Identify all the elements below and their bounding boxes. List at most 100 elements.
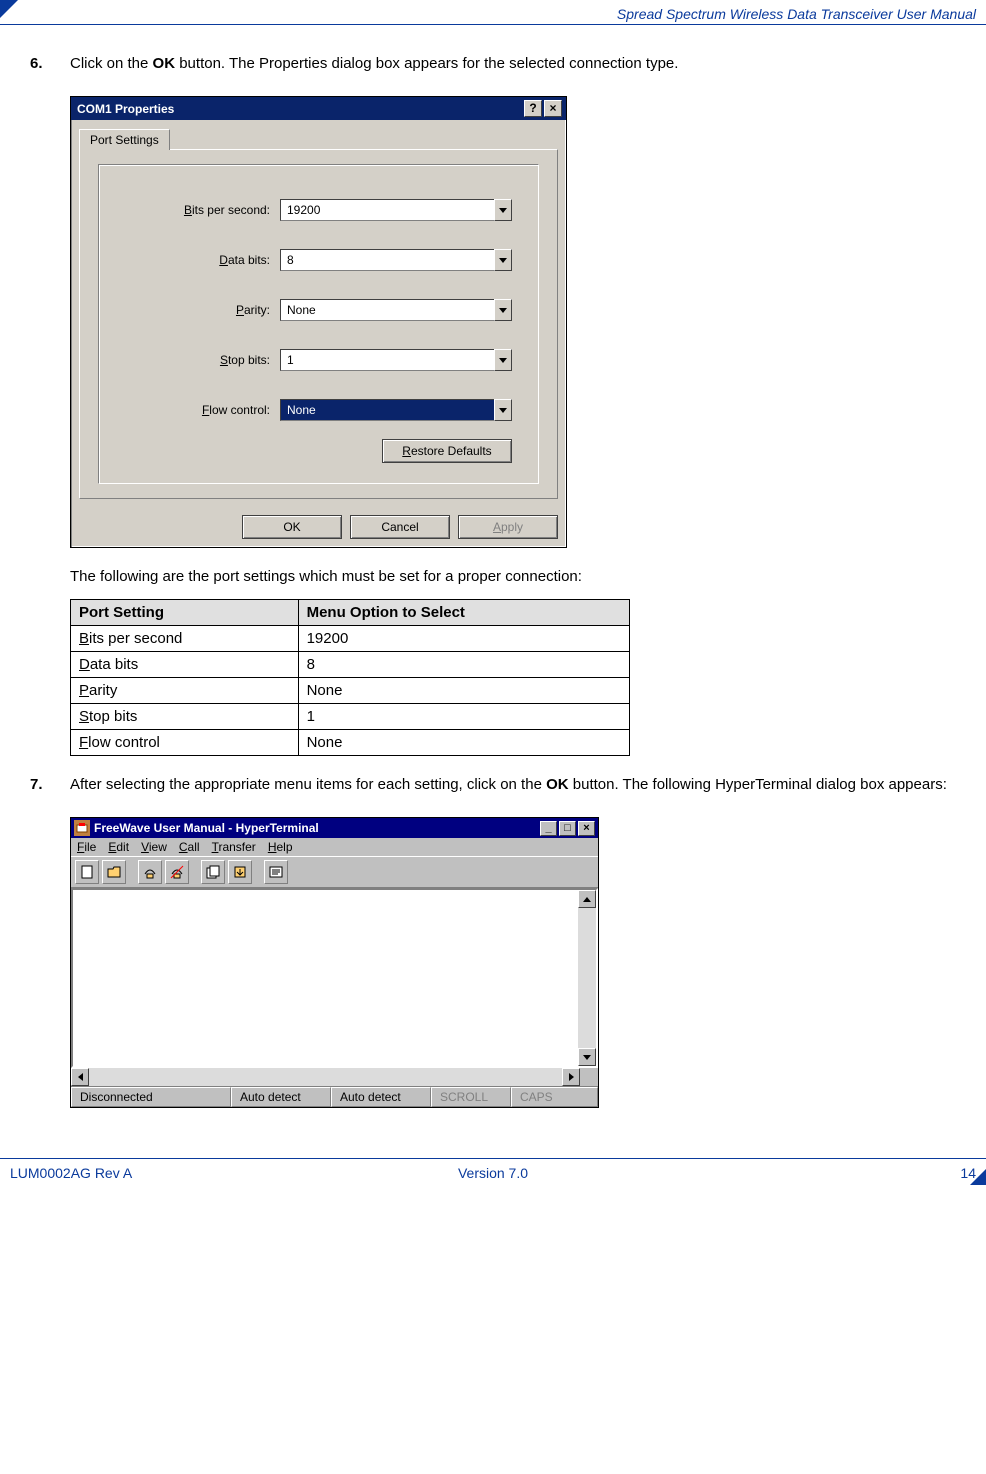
footer-corner-triangle [970, 1167, 986, 1185]
step-6-number: 6. [30, 55, 70, 72]
send-icon[interactable] [201, 860, 225, 884]
table-row: Data bits 8 [71, 652, 630, 678]
scroll-corner [580, 1068, 598, 1086]
dropdown-icon[interactable] [494, 349, 512, 371]
restore-row: Restore Defaults [125, 439, 512, 463]
combo-data-bits[interactable]: 8 [280, 249, 512, 271]
footer-left: LUM0002AG Rev A [10, 1165, 332, 1181]
properties-icon[interactable] [264, 860, 288, 884]
label-parity: Parity: [125, 303, 280, 317]
new-icon[interactable] [75, 860, 99, 884]
hyperterminal-window: FreeWave User Manual - HyperTerminal _ □… [70, 817, 599, 1108]
table-cell-rest: low control [88, 734, 160, 751]
combo-parity-value: None [280, 299, 494, 321]
table-row: Parity None [71, 678, 630, 704]
maximize-button[interactable]: □ [559, 821, 576, 836]
ht-titlebar: FreeWave User Manual - HyperTerminal _ □… [71, 818, 598, 838]
minimize-button[interactable]: _ [540, 821, 557, 836]
status-auto2: Auto detect [331, 1087, 431, 1107]
dialog-button-row: OK Cancel Apply [71, 507, 566, 547]
ht-title-text: FreeWave User Manual - HyperTerminal [94, 821, 538, 835]
settings-groupbox: Bits per second: 19200 Data bits: 8 Pari… [98, 164, 539, 484]
menu-transfer[interactable]: Transfer [212, 840, 256, 854]
ht-terminal-area[interactable] [73, 890, 578, 1066]
scroll-track[interactable] [89, 1068, 562, 1086]
horizontal-scrollbar[interactable] [71, 1068, 598, 1086]
scroll-down-icon[interactable] [578, 1048, 596, 1066]
table-cell-value: None [298, 730, 629, 756]
table-cell-u: P [79, 682, 89, 699]
port-settings-table: Port Setting Menu Option to Select Bits … [70, 599, 630, 756]
table-cell-rest: its per second [89, 630, 182, 647]
dialog-titlebar: COM1 Properties ? × [71, 97, 566, 120]
dropdown-icon[interactable] [494, 299, 512, 321]
label-data-bits: Data bits: [125, 253, 280, 267]
menu-call[interactable]: Call [179, 840, 200, 854]
dropdown-icon[interactable] [494, 199, 512, 221]
footer-center: Version 7.0 [332, 1165, 654, 1181]
row-data-bits: Data bits: 8 [125, 249, 512, 271]
status-auto1: Auto detect [231, 1087, 331, 1107]
step-6-before: Click on the [70, 55, 153, 72]
combo-parity[interactable]: None [280, 299, 512, 321]
ht-client-area [71, 888, 598, 1068]
table-cell-u: F [79, 734, 88, 751]
menu-file[interactable]: File [77, 840, 96, 854]
scroll-right-icon[interactable] [562, 1068, 580, 1086]
connect-icon[interactable] [138, 860, 162, 884]
step-7-text: After selecting the appropriate menu ite… [70, 776, 976, 793]
open-icon[interactable] [102, 860, 126, 884]
status-caps: CAPS [511, 1087, 598, 1107]
vertical-scrollbar[interactable] [578, 890, 596, 1066]
step-6-ok: OK [153, 55, 176, 72]
disconnect-icon[interactable] [165, 860, 189, 884]
combo-bps-value: 19200 [280, 199, 494, 221]
cancel-button[interactable]: Cancel [350, 515, 450, 539]
table-cell-value: 8 [298, 652, 629, 678]
combo-flow-control[interactable]: None [280, 399, 512, 421]
menu-edit[interactable]: Edit [108, 840, 129, 854]
page-footer: LUM0002AG Rev A Version 7.0 14 [0, 1158, 986, 1183]
step-6-text: Click on the OK button. The Properties d… [70, 55, 976, 72]
label-stop-bits: Stop bits: [125, 353, 280, 367]
row-parity: Parity: None [125, 299, 512, 321]
scroll-track[interactable] [578, 908, 596, 1048]
dropdown-icon[interactable] [494, 249, 512, 271]
tab-strip: Port Settings [71, 120, 566, 149]
hyperterminal-icon [74, 820, 90, 836]
tab-panel: Bits per second: 19200 Data bits: 8 Pari… [79, 149, 558, 499]
step-7-ok: OK [546, 776, 569, 793]
row-bits-per-second: Bits per second: 19200 [125, 199, 512, 221]
receive-icon[interactable] [228, 860, 252, 884]
combo-databits-value: 8 [280, 249, 494, 271]
table-row: Stop bits 1 [71, 704, 630, 730]
tab-port-settings[interactable]: Port Settings [79, 129, 170, 150]
close-button[interactable]: × [578, 821, 595, 836]
combo-flow-value: None [280, 399, 494, 421]
menu-help[interactable]: Help [268, 840, 293, 854]
menu-view[interactable]: View [141, 840, 167, 854]
step-6: 6. Click on the OK button. The Propertie… [30, 55, 976, 72]
help-button[interactable]: ? [524, 100, 542, 117]
combo-bits-per-second[interactable]: 19200 [280, 199, 512, 221]
step-7-number: 7. [30, 776, 70, 793]
header-corner-triangle [0, 0, 18, 18]
dropdown-icon[interactable] [494, 399, 512, 421]
status-connection: Disconnected [71, 1087, 231, 1107]
table-cell-value: 1 [298, 704, 629, 730]
scroll-up-icon[interactable] [578, 890, 596, 908]
scroll-left-icon[interactable] [71, 1068, 89, 1086]
close-button[interactable]: × [544, 100, 562, 117]
combo-stop-bits[interactable]: 1 [280, 349, 512, 371]
table-cell-rest: top bits [89, 708, 137, 725]
table-intro: The following are the port settings whic… [70, 568, 976, 585]
table-cell-u: B [79, 630, 89, 647]
ok-button[interactable]: OK [242, 515, 342, 539]
step-7-before: After selecting the appropriate menu ite… [70, 776, 546, 793]
apply-button[interactable]: Apply [458, 515, 558, 539]
dialog-title: COM1 Properties [75, 102, 522, 116]
table-cell-u: S [79, 708, 89, 725]
com1-properties-dialog: COM1 Properties ? × Port Settings Bits p… [70, 96, 567, 548]
restore-defaults-button[interactable]: Restore Defaults [382, 439, 512, 463]
table-header-port-setting: Port Setting [71, 600, 299, 626]
